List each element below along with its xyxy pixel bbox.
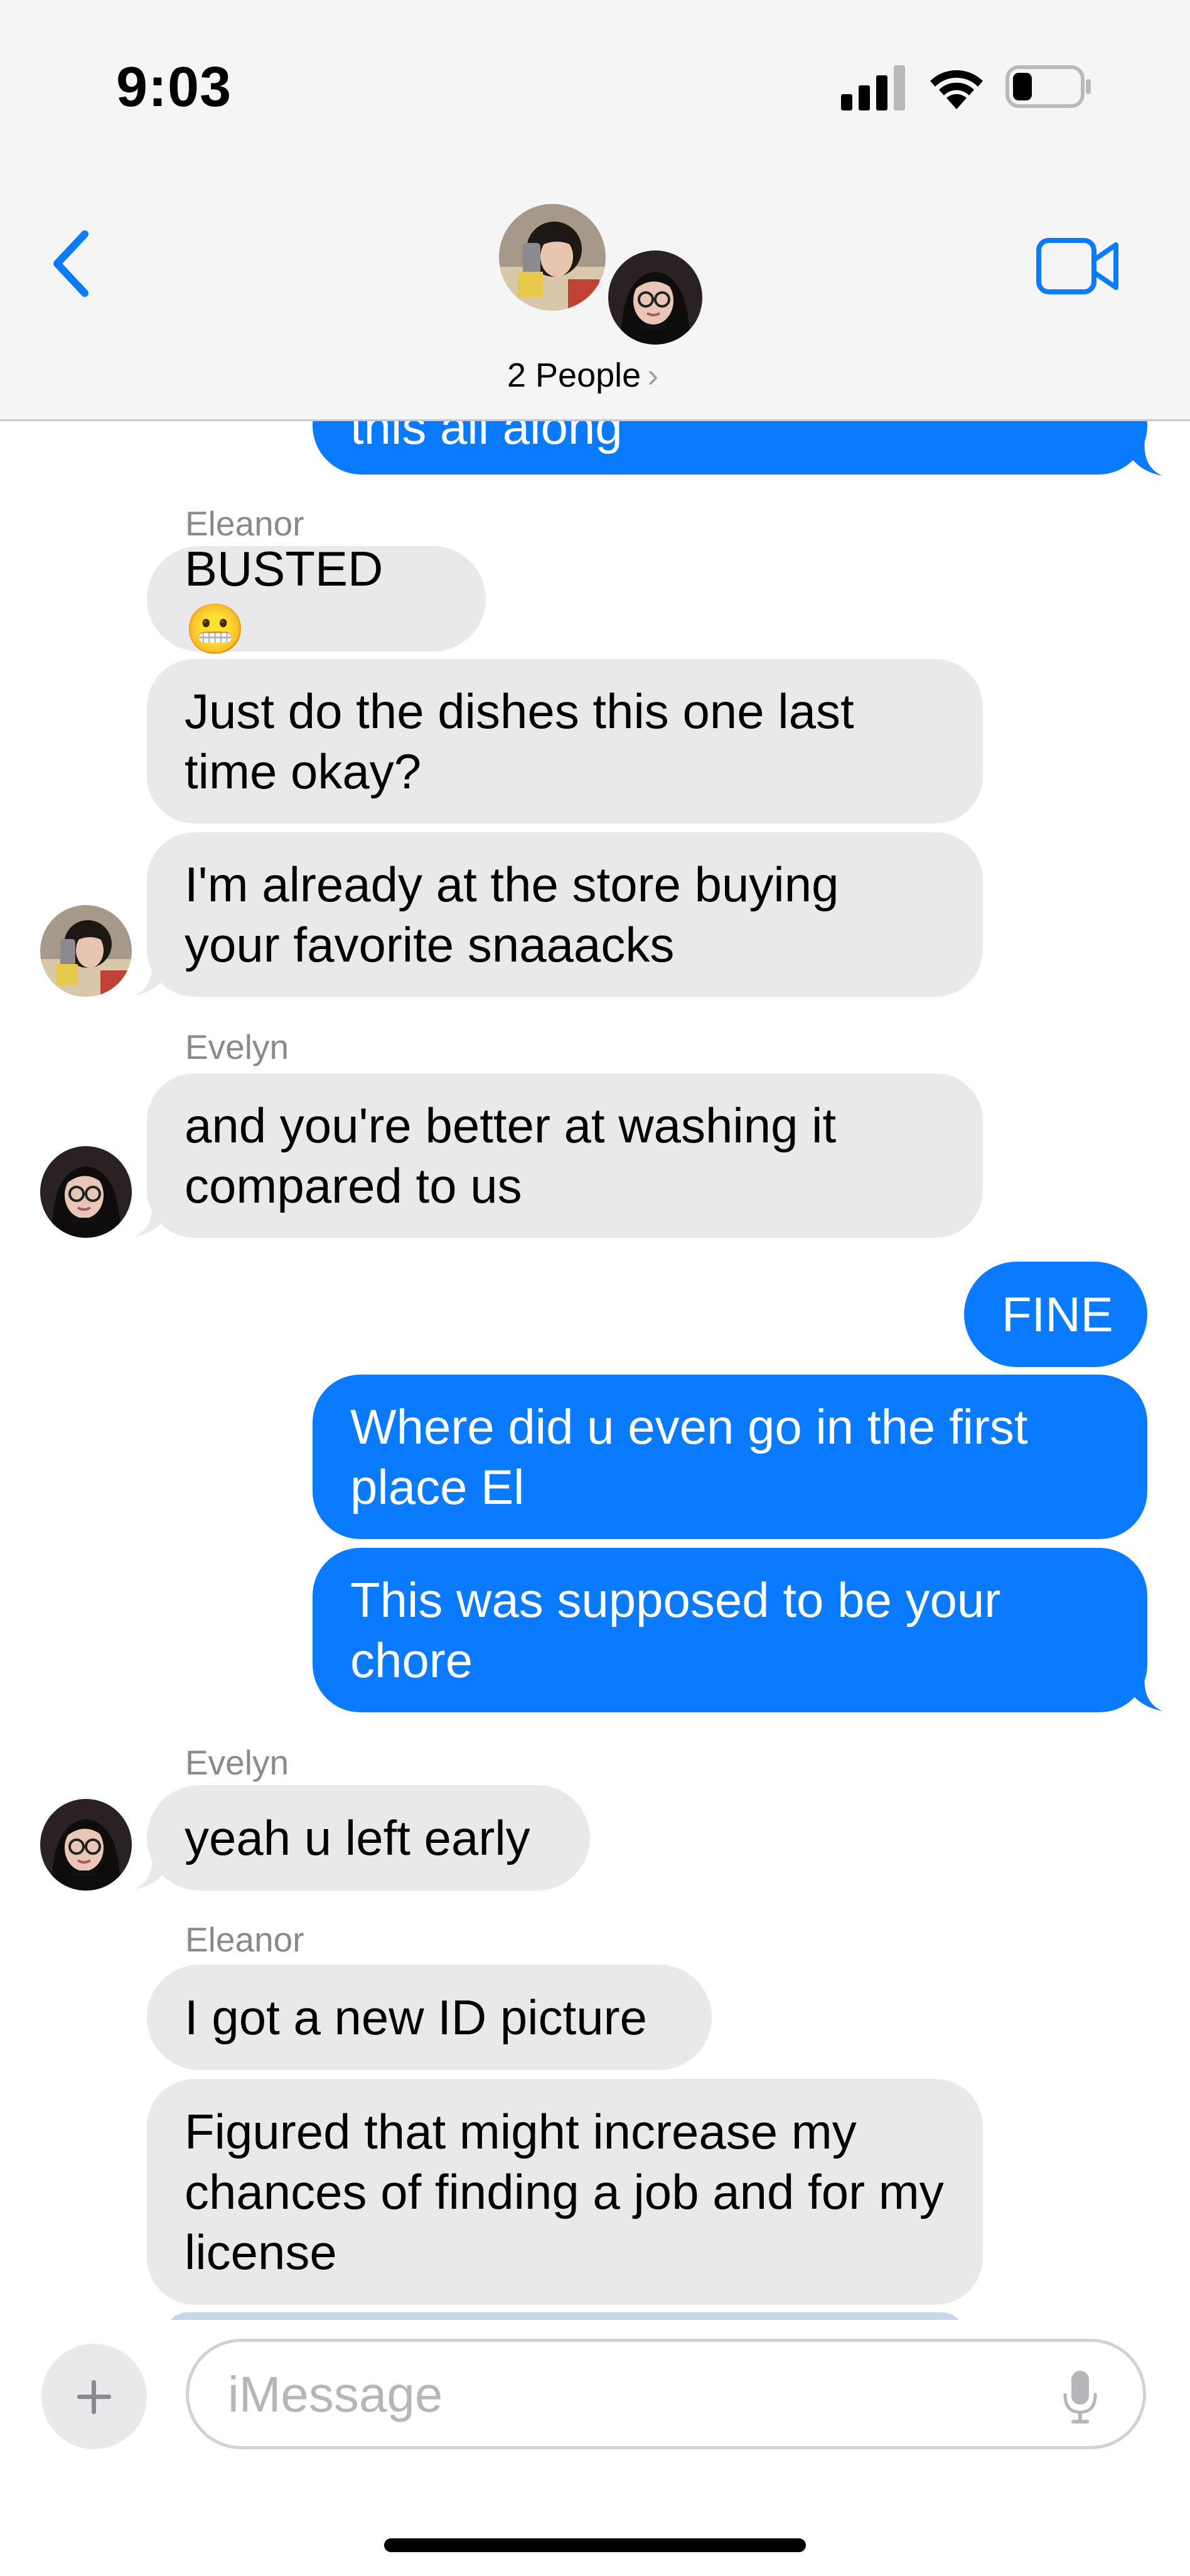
outgoing-message[interactable]: This was supposed to be your chore: [313, 1548, 1147, 1712]
conversation-header: 9:03 2 People ›: [0, 0, 1190, 421]
message-text: Where did u even go in the first place E…: [350, 1399, 1028, 1515]
message-text: I'm already at the store buying your fav…: [185, 857, 839, 972]
message-input-placeholder: iMessage: [228, 2366, 443, 2422]
outgoing-message[interactable]: Where did u even go in the first place E…: [313, 1375, 1147, 1539]
battery-icon: [1005, 65, 1091, 108]
message-text: FINE: [1002, 1287, 1113, 1342]
bubble-tail: [134, 1200, 173, 1237]
sender-avatar-eleanor[interactable]: [40, 905, 132, 997]
sender-name: Eleanor: [185, 504, 304, 543]
incoming-message[interactable]: Just do the dishes this one last time ok…: [147, 659, 983, 824]
sender-name: Eleanor: [185, 1920, 304, 1959]
cellular-signal-icon: [841, 65, 905, 110]
bubble-tail: [1123, 439, 1162, 476]
apps-plus-button[interactable]: [41, 2344, 147, 2449]
outgoing-message[interactable]: FINE: [964, 1262, 1147, 1367]
status-time: 9:03: [116, 56, 232, 119]
sender-avatar-evelyn[interactable]: [40, 1799, 132, 1891]
incoming-message[interactable]: Figured that might increase my chances o…: [147, 2079, 983, 2305]
incoming-message[interactable]: yeah u left early: [147, 1785, 590, 1891]
microphone-icon[interactable]: [1061, 2368, 1099, 2426]
sender-avatar-evelyn[interactable]: [40, 1146, 132, 1238]
facetime-video-icon[interactable]: [1036, 237, 1121, 295]
wifi-icon: [930, 70, 983, 109]
bubble-tail: [134, 959, 173, 996]
incoming-message[interactable]: and you're better at washing it compared…: [147, 1073, 983, 1238]
chevron-right-icon: ›: [647, 357, 659, 394]
group-avatar-eleanor[interactable]: [499, 204, 606, 311]
message-text: Just do the dishes this one last time ok…: [185, 684, 854, 799]
message-text: and you're better at washing it compared…: [185, 1098, 837, 1213]
bubble-tail: [1123, 1675, 1162, 1711]
sender-name: Evelyn: [185, 1028, 289, 1066]
plus-icon: [77, 2380, 111, 2414]
message-text: This was supposed to be your chore: [350, 1572, 1001, 1688]
incoming-message[interactable]: I got a new ID picture: [147, 1965, 712, 2070]
home-indicator: [384, 2538, 806, 2552]
sender-name: Evelyn: [185, 1743, 289, 1782]
message-text: Figured that might increase my chances o…: [185, 2104, 944, 2280]
incoming-message[interactable]: I'm already at the store buying your fav…: [147, 832, 983, 997]
conversation-title[interactable]: 2 People ›: [507, 356, 658, 395]
people-count-label: 2 People: [507, 357, 641, 394]
message-input[interactable]: iMessage: [186, 2339, 1146, 2449]
message-text: I got a new ID picture: [185, 1990, 648, 2045]
back-chevron-icon[interactable]: [47, 229, 97, 298]
bubble-tail: [134, 1853, 173, 1889]
incoming-message[interactable]: BUSTED 😬: [147, 541, 486, 657]
message-text: yeah u left early: [185, 1810, 530, 1865]
message-text: BUSTED 😬: [185, 541, 383, 657]
group-avatar-evelyn[interactable]: [604, 247, 706, 348]
